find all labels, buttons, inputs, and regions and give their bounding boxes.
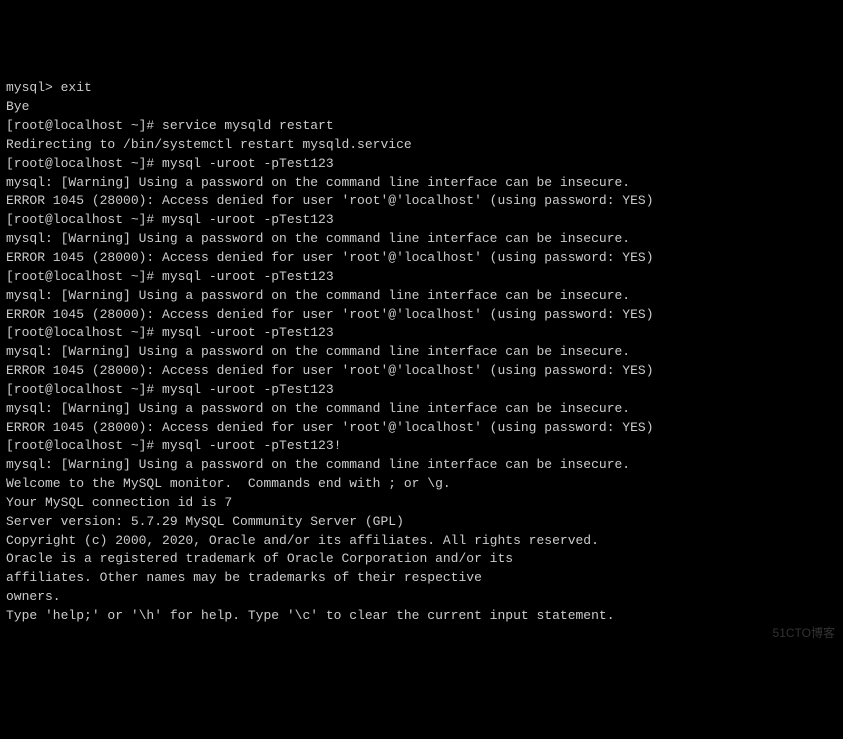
terminal-line: affiliates. Other names may be trademark… xyxy=(6,569,837,588)
terminal-line: Bye xyxy=(6,98,837,117)
terminal-line: [root@localhost ~]# mysql -uroot -pTest1… xyxy=(6,324,837,343)
terminal-line: Redirecting to /bin/systemctl restart my… xyxy=(6,136,837,155)
terminal-line: [root@localhost ~]# mysql -uroot -pTest1… xyxy=(6,381,837,400)
terminal-line: Welcome to the MySQL monitor. Commands e… xyxy=(6,475,837,494)
terminal-line: [root@localhost ~]# mysql -uroot -pTest1… xyxy=(6,211,837,230)
terminal-line: [root@localhost ~]# service mysqld resta… xyxy=(6,117,837,136)
terminal-line: [root@localhost ~]# mysql -uroot -pTest1… xyxy=(6,268,837,287)
terminal-line: Type 'help;' or '\h' for help. Type '\c'… xyxy=(6,607,837,626)
terminal-line: ERROR 1045 (28000): Access denied for us… xyxy=(6,192,837,211)
terminal-line: mysql: [Warning] Using a password on the… xyxy=(6,343,837,362)
terminal-line: Your MySQL connection id is 7 xyxy=(6,494,837,513)
terminal-line: mysql: [Warning] Using a password on the… xyxy=(6,456,837,475)
terminal-output[interactable]: mysql> exitBye[root@localhost ~]# servic… xyxy=(6,79,837,625)
terminal-line: owners. xyxy=(6,588,837,607)
terminal-line: Oracle is a registered trademark of Orac… xyxy=(6,550,837,569)
terminal-line: ERROR 1045 (28000): Access denied for us… xyxy=(6,419,837,438)
watermark-text: 51CTO博客 xyxy=(773,625,835,642)
terminal-line: Copyright (c) 2000, 2020, Oracle and/or … xyxy=(6,532,837,551)
terminal-line: ERROR 1045 (28000): Access denied for us… xyxy=(6,249,837,268)
terminal-line: mysql: [Warning] Using a password on the… xyxy=(6,230,837,249)
terminal-line: ERROR 1045 (28000): Access denied for us… xyxy=(6,306,837,325)
terminal-line: mysql> exit xyxy=(6,79,837,98)
terminal-line: Server version: 5.7.29 MySQL Community S… xyxy=(6,513,837,532)
terminal-line: mysql: [Warning] Using a password on the… xyxy=(6,400,837,419)
terminal-line: [root@localhost ~]# mysql -uroot -pTest1… xyxy=(6,437,837,456)
terminal-line: mysql: [Warning] Using a password on the… xyxy=(6,174,837,193)
terminal-line: [root@localhost ~]# mysql -uroot -pTest1… xyxy=(6,155,837,174)
terminal-line: mysql: [Warning] Using a password on the… xyxy=(6,287,837,306)
terminal-line: ERROR 1045 (28000): Access denied for us… xyxy=(6,362,837,381)
